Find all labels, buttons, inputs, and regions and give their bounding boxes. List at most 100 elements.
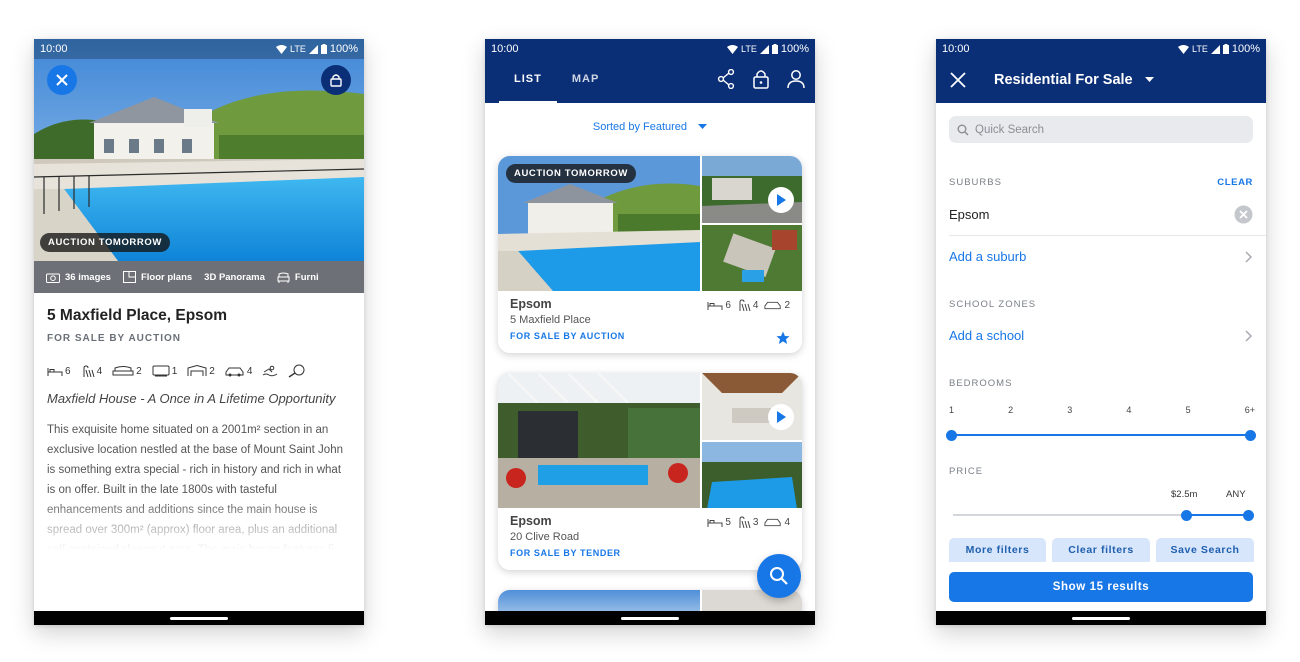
clear-suburbs-button[interactable]: CLEAR	[1217, 177, 1253, 188]
feature-cars-value: 4	[784, 517, 790, 528]
quick-search-input[interactable]: Quick Search	[949, 116, 1253, 143]
remove-suburb-icon[interactable]	[1234, 205, 1253, 224]
tab-list[interactable]: LIST	[499, 59, 557, 103]
feature-beds: 6	[707, 299, 731, 312]
bedroom-scale: 1 2 3 4 5 6+	[949, 405, 1255, 415]
share-icon	[717, 69, 735, 89]
close-button[interactable]	[47, 65, 77, 95]
feature-baths: 4	[737, 299, 759, 312]
more-filters-button[interactable]: More filters	[949, 538, 1046, 562]
home-indicator[interactable]	[170, 617, 228, 620]
clear-filters-button[interactable]: Clear filters	[1052, 538, 1150, 562]
search-button[interactable]	[757, 554, 801, 598]
feature-lounges-value: 2	[136, 365, 142, 377]
header-actions	[717, 69, 805, 89]
divider	[949, 235, 1266, 236]
price-min-handle[interactable]	[1181, 509, 1192, 521]
car-icon	[764, 301, 782, 310]
status-time: 10:00	[491, 43, 519, 55]
media-panorama-label: 3D Panorama	[204, 271, 265, 283]
share-button[interactable]	[717, 69, 735, 89]
bath-icon	[83, 364, 95, 377]
aerial-photo	[702, 224, 802, 291]
network-type: LTE	[741, 44, 757, 54]
card-main-photo	[498, 373, 700, 508]
battery-icon	[320, 44, 327, 54]
feature-list: 6 4 2 1 2 4	[47, 364, 351, 378]
media-floorplans[interactable]: Floor plans	[122, 271, 193, 283]
bedrooms-min-handle[interactable]	[946, 429, 957, 441]
feature-cars: 4	[764, 516, 790, 529]
bed-icon	[47, 367, 63, 376]
feature-toilets: 1	[152, 364, 178, 378]
show-results-button[interactable]: Show 15 results	[949, 572, 1253, 602]
thumb-photo[interactable]	[702, 441, 802, 508]
star-icon[interactable]	[776, 331, 790, 345]
thumb-photo[interactable]	[702, 224, 802, 291]
close-button[interactable]	[950, 72, 966, 88]
home-indicator[interactable]	[1072, 617, 1130, 620]
status-bar: 10:00 LTE 100%	[34, 39, 364, 59]
feature-cars: 4	[225, 364, 252, 378]
listing-title: 5 Maxfield Place, Epsom	[47, 307, 228, 324]
auction-badge: AUCTION TOMORROW	[40, 233, 170, 252]
bedrooms-max-handle[interactable]	[1245, 429, 1256, 441]
bedrooms-slider-track[interactable]	[951, 434, 1251, 436]
listing-tagline: Maxfield House - A Once in A Lifetime Op…	[47, 391, 336, 406]
pergola-pool-photo	[498, 373, 700, 508]
feature-toilets-value: 1	[171, 365, 178, 377]
school-zones-label: SCHOOL ZONES	[949, 299, 1037, 310]
pool-photo	[702, 441, 802, 508]
bedroom-option: 5	[1185, 405, 1191, 415]
lock-icon	[753, 70, 769, 89]
status-time: 10:00	[942, 43, 970, 55]
add-suburb-row[interactable]: Add a suburb	[949, 249, 1253, 264]
caret-down-icon	[1144, 77, 1154, 82]
media-panorama[interactable]: 3D Panorama	[204, 272, 265, 283]
status-icons: LTE 100%	[276, 43, 358, 55]
price-max-handle[interactable]	[1243, 509, 1254, 521]
sort-selector[interactable]: Sorted by Featured	[485, 121, 815, 133]
feature-beds: 6	[47, 364, 71, 378]
bath-icon	[739, 299, 751, 312]
price-max-value: ANY	[1226, 489, 1246, 500]
selected-suburb-label: Epsom	[949, 207, 990, 222]
feature-tennis	[288, 364, 306, 378]
play-video-button[interactable]	[768, 187, 794, 213]
price-label: PRICE	[949, 466, 984, 477]
tab-map[interactable]: MAP	[557, 59, 614, 103]
card-address: 5 Maxfield Place	[510, 314, 591, 326]
add-school-row[interactable]: Add a school	[949, 328, 1253, 343]
chevron-right-icon	[1245, 329, 1253, 342]
media-furniture[interactable]: Furni	[277, 272, 319, 283]
card-media: AUCTION TOMORROW	[498, 156, 802, 291]
card-side-photos	[702, 156, 802, 291]
feature-beds-value: 6	[65, 365, 71, 377]
lock-icon	[330, 74, 342, 87]
media-floorplans-label: Floor plans	[140, 271, 193, 283]
lock-button[interactable]	[321, 65, 351, 95]
home-indicator[interactable]	[621, 617, 679, 620]
bedroom-option: 3	[1067, 405, 1073, 415]
search-filters-screen: 10:00 LTE 100% Residential For Sale Quic…	[936, 39, 1266, 625]
listing-detail-screen: 10:00 LTE 100% AUCTION TOMORROW 36 image…	[34, 39, 364, 625]
feature-beds: 5	[707, 516, 731, 529]
media-furniture-label: Furni	[294, 271, 319, 283]
wifi-icon	[727, 44, 739, 54]
listing-card[interactable]: Epsom 20 Clive Road FOR SALE BY TENDER 5…	[498, 373, 802, 570]
floorplan-icon	[122, 271, 136, 283]
listing-type-selector[interactable]: Residential For Sale	[994, 72, 1154, 88]
feature-baths: 3	[737, 516, 758, 529]
account-button[interactable]	[787, 69, 805, 89]
media-images[interactable]: 36 images	[46, 272, 111, 283]
thumb-photo[interactable]	[702, 373, 802, 440]
lock-button[interactable]	[753, 69, 769, 89]
save-search-button[interactable]: Save Search	[1156, 538, 1254, 562]
listing-description: This exquisite home situated on a 2001m²…	[47, 423, 343, 550]
listing-card[interactable]: AUCTION TOMORROW Epsom 5 Maxfield Place …	[498, 156, 802, 353]
play-video-button[interactable]	[768, 404, 794, 430]
sort-label: Sorted by Featured	[592, 121, 688, 133]
card-info: Epsom 20 Clive Road FOR SALE BY TENDER 5…	[498, 508, 802, 570]
feature-baths-value: 4	[752, 300, 759, 311]
thumb-photo[interactable]	[702, 156, 802, 223]
